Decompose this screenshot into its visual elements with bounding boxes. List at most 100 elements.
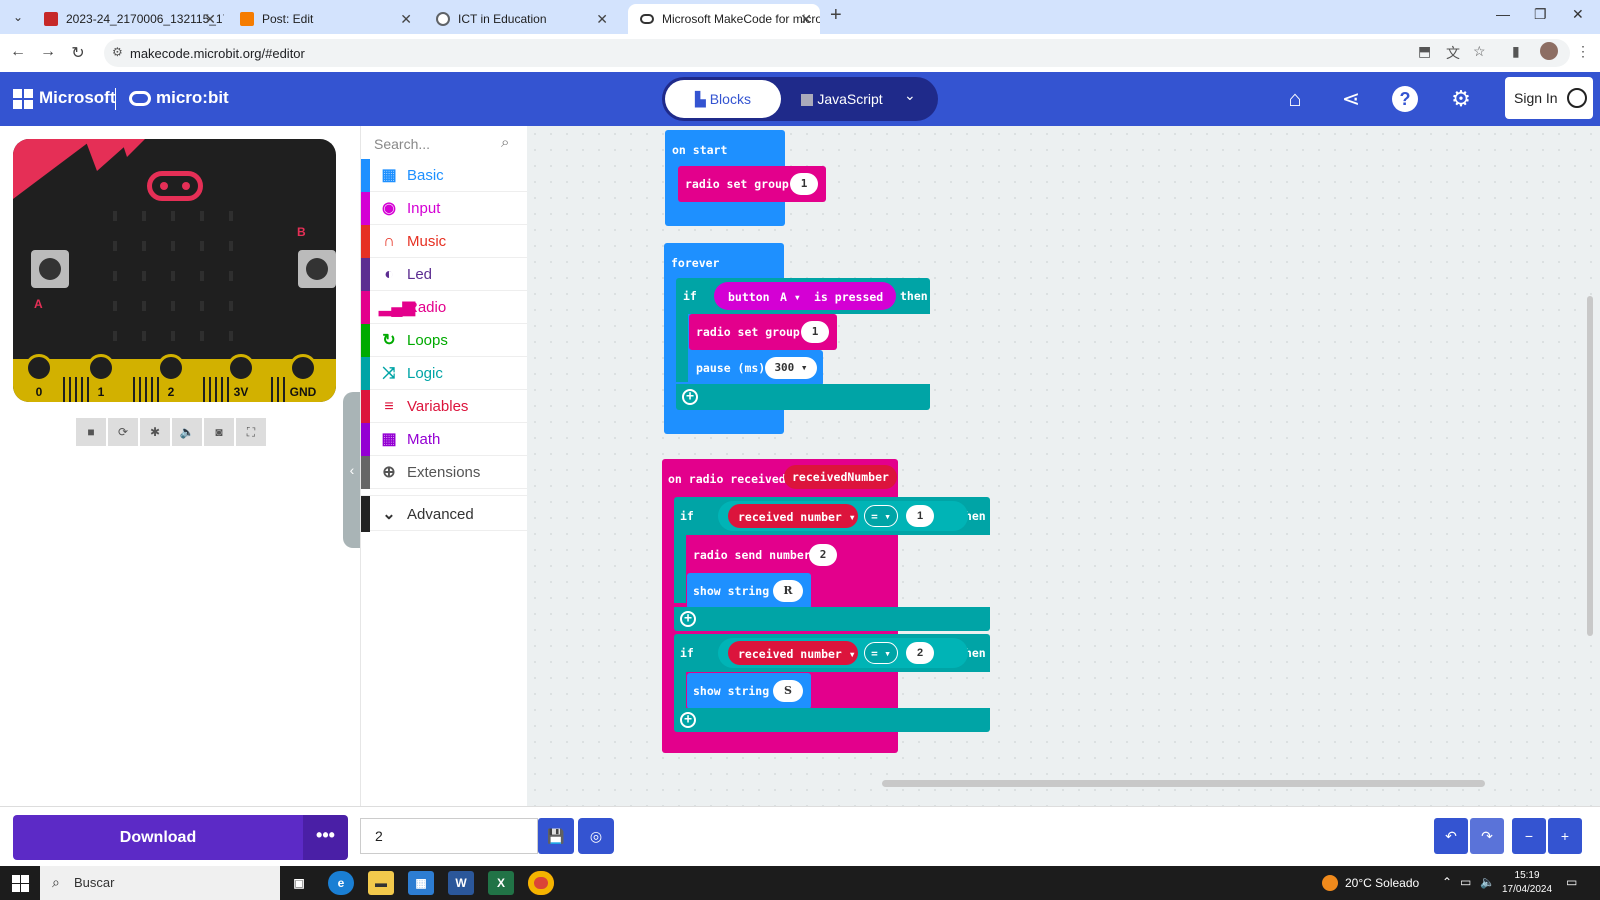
search-input[interactable]: Search... [374,136,430,152]
button-a[interactable] [31,250,69,288]
volume-icon[interactable]: 🔈 [1480,875,1495,889]
close-window-icon[interactable]: ✕ [1572,6,1584,23]
restore-icon[interactable]: ❐ [1534,6,1547,23]
task-view-icon[interactable]: ▣ [286,871,312,895]
minimize-icon[interactable]: — [1496,6,1510,22]
pin-gnd[interactable]: GND [286,354,320,402]
button-is-pressed-block[interactable]: button A ▾ is pressed [714,282,896,310]
close-tab-icon[interactable]: ✕ [800,4,812,34]
microsoft-brand[interactable]: Microsoft [39,88,116,108]
forward-icon[interactable]: → [38,43,58,61]
category-input[interactable]: ◉ Input [361,192,528,225]
menu-dots-icon[interactable]: ⋮ [1576,43,1590,60]
home-icon[interactable]: ⌂ [1282,86,1308,112]
zoom-out-icon[interactable]: − [1512,818,1546,854]
show-string-block[interactable]: show string S [687,673,811,709]
taskbar-search[interactable]: ⌕ Buscar [40,866,280,900]
vertical-scrollbar[interactable] [1587,296,1593,636]
close-tab-icon[interactable]: ✕ [596,4,608,34]
taskbar-clock[interactable]: 15:19 17/04/2024 [1502,869,1552,897]
github-icon[interactable]: ◎ [578,818,614,854]
browser-tab[interactable]: ICT in Education ✕ [424,4,616,34]
group-number-input[interactable]: 1 [790,173,818,195]
help-icon[interactable]: ? [1392,86,1418,112]
profile-avatar[interactable] [1540,42,1558,60]
zoom-in-icon[interactable]: + [1548,818,1582,854]
category-basic[interactable]: ▦ Basic [361,159,528,192]
weather-text[interactable]: 20°C Soleado [1345,876,1419,890]
category-logic[interactable]: ⤨ Logic [361,357,528,390]
received-number-variable[interactable]: received number ▾ [728,504,858,528]
gear-icon[interactable]: ⚙ [1448,86,1474,112]
save-icon[interactable]: 💾 [538,818,574,854]
pause-block[interactable]: pause (ms) 300 ▾ [689,350,823,386]
sign-in-button[interactable]: Sign In [1505,77,1593,119]
group-number-input[interactable]: 1 [801,321,829,343]
operator-dropdown[interactable]: = ▾ [864,642,898,664]
blocks-mode-button[interactable]: ▙ Blocks [665,80,781,118]
tab-search-icon[interactable]: ⌄ [8,7,28,27]
chrome-icon[interactable] [528,871,554,895]
store-icon[interactable]: ▦ [408,871,434,895]
add-else-icon[interactable]: + [680,611,696,627]
received-number-variable[interactable]: received number ▾ [728,641,858,665]
pause-dropdown[interactable]: 300 ▾ [765,357,817,379]
share-icon[interactable]: ⋖ [1338,86,1364,112]
close-tab-icon[interactable]: ✕ [400,4,412,34]
button-dropdown[interactable]: A ▾ [780,290,801,304]
side-panel-icon[interactable]: ▮ [1512,43,1520,60]
download-button[interactable]: Download [13,815,303,860]
category-advanced[interactable]: ⌄ Advanced [361,495,528,532]
bookmark-star-icon[interactable]: ☆ [1473,43,1486,60]
url-text[interactable]: makecode.microbit.org/#editor [130,46,305,61]
microbit-board[interactable]: A B 0 1 2 3V GND [13,139,336,402]
pin-3v[interactable]: 3V [224,354,258,402]
pin-1[interactable]: 1 [84,354,118,402]
pin-2[interactable]: 2 [154,354,188,402]
microbit-face-logo[interactable] [147,171,203,201]
browser-tab[interactable]: Post: Edit ✕ [228,4,420,34]
translate-icon[interactable]: 文 [1446,43,1460,63]
toolbox-search[interactable]: Search... ⌕ [361,126,528,160]
compare-value-input[interactable]: 1 [906,505,934,527]
undo-icon[interactable]: ↶ [1434,818,1468,854]
url-bar[interactable]: ⚙ makecode.microbit.org/#editor [104,39,1570,67]
show-string-block[interactable]: show string R [687,573,811,609]
back-icon[interactable]: ← [8,43,28,61]
windows-start-icon[interactable] [12,875,29,892]
edge-icon[interactable]: e [328,871,354,895]
microbit-brand[interactable]: micro:bit [156,88,229,108]
search-icon[interactable]: ⌕ [501,134,509,151]
reload-icon[interactable]: ↻ [68,43,88,63]
fullscreen-icon[interactable]: ⛶ [236,418,266,446]
browser-tab[interactable]: 2023-24_2170006_132115_1772 ✕ [32,4,224,34]
excel-icon[interactable]: X [488,871,514,895]
install-icon[interactable]: ⬒ [1418,43,1431,60]
string-input[interactable]: S [773,680,803,702]
redo-icon[interactable]: ↷ [1470,818,1504,854]
word-icon[interactable]: W [448,871,474,895]
category-radio[interactable]: ▂▄▆ Radio [361,291,528,324]
category-variables[interactable]: ≡ Variables [361,390,528,423]
received-number-param[interactable]: receivedNumber [784,465,897,489]
show-hidden-icons-icon[interactable]: ⌃ [1442,875,1452,889]
site-info-icon[interactable]: ⚙ [112,45,123,59]
screenshot-icon[interactable]: ◙ [204,418,234,446]
category-led[interactable]: ◐ Led [361,258,528,291]
category-extensions[interactable]: ⊕ Extensions [361,456,528,489]
send-number-input[interactable]: 2 [809,544,837,566]
radio-set-group-block[interactable]: radio set group 1 [678,166,826,202]
radio-set-group-block[interactable]: radio set group 1 [689,314,837,350]
add-else-icon[interactable]: + [682,389,698,405]
javascript-mode-button[interactable]: JavaScript [792,80,892,118]
blocks-workspace[interactable]: on start radio set group 1 forever if th… [527,126,1600,806]
operator-dropdown[interactable]: = ▾ [864,505,898,527]
category-music[interactable]: ∩ Music [361,225,528,258]
collapse-simulator-button[interactable]: ‹ [343,392,361,548]
notifications-icon[interactable]: ▭ [1566,875,1577,889]
radio-send-number-block[interactable]: radio send number 2 [687,536,845,574]
restart-icon[interactable]: ⟳ [108,418,138,446]
add-else-icon[interactable]: + [680,712,696,728]
compare-value-input[interactable]: 2 [906,642,934,664]
sound-icon[interactable]: 🔈 [172,418,202,446]
